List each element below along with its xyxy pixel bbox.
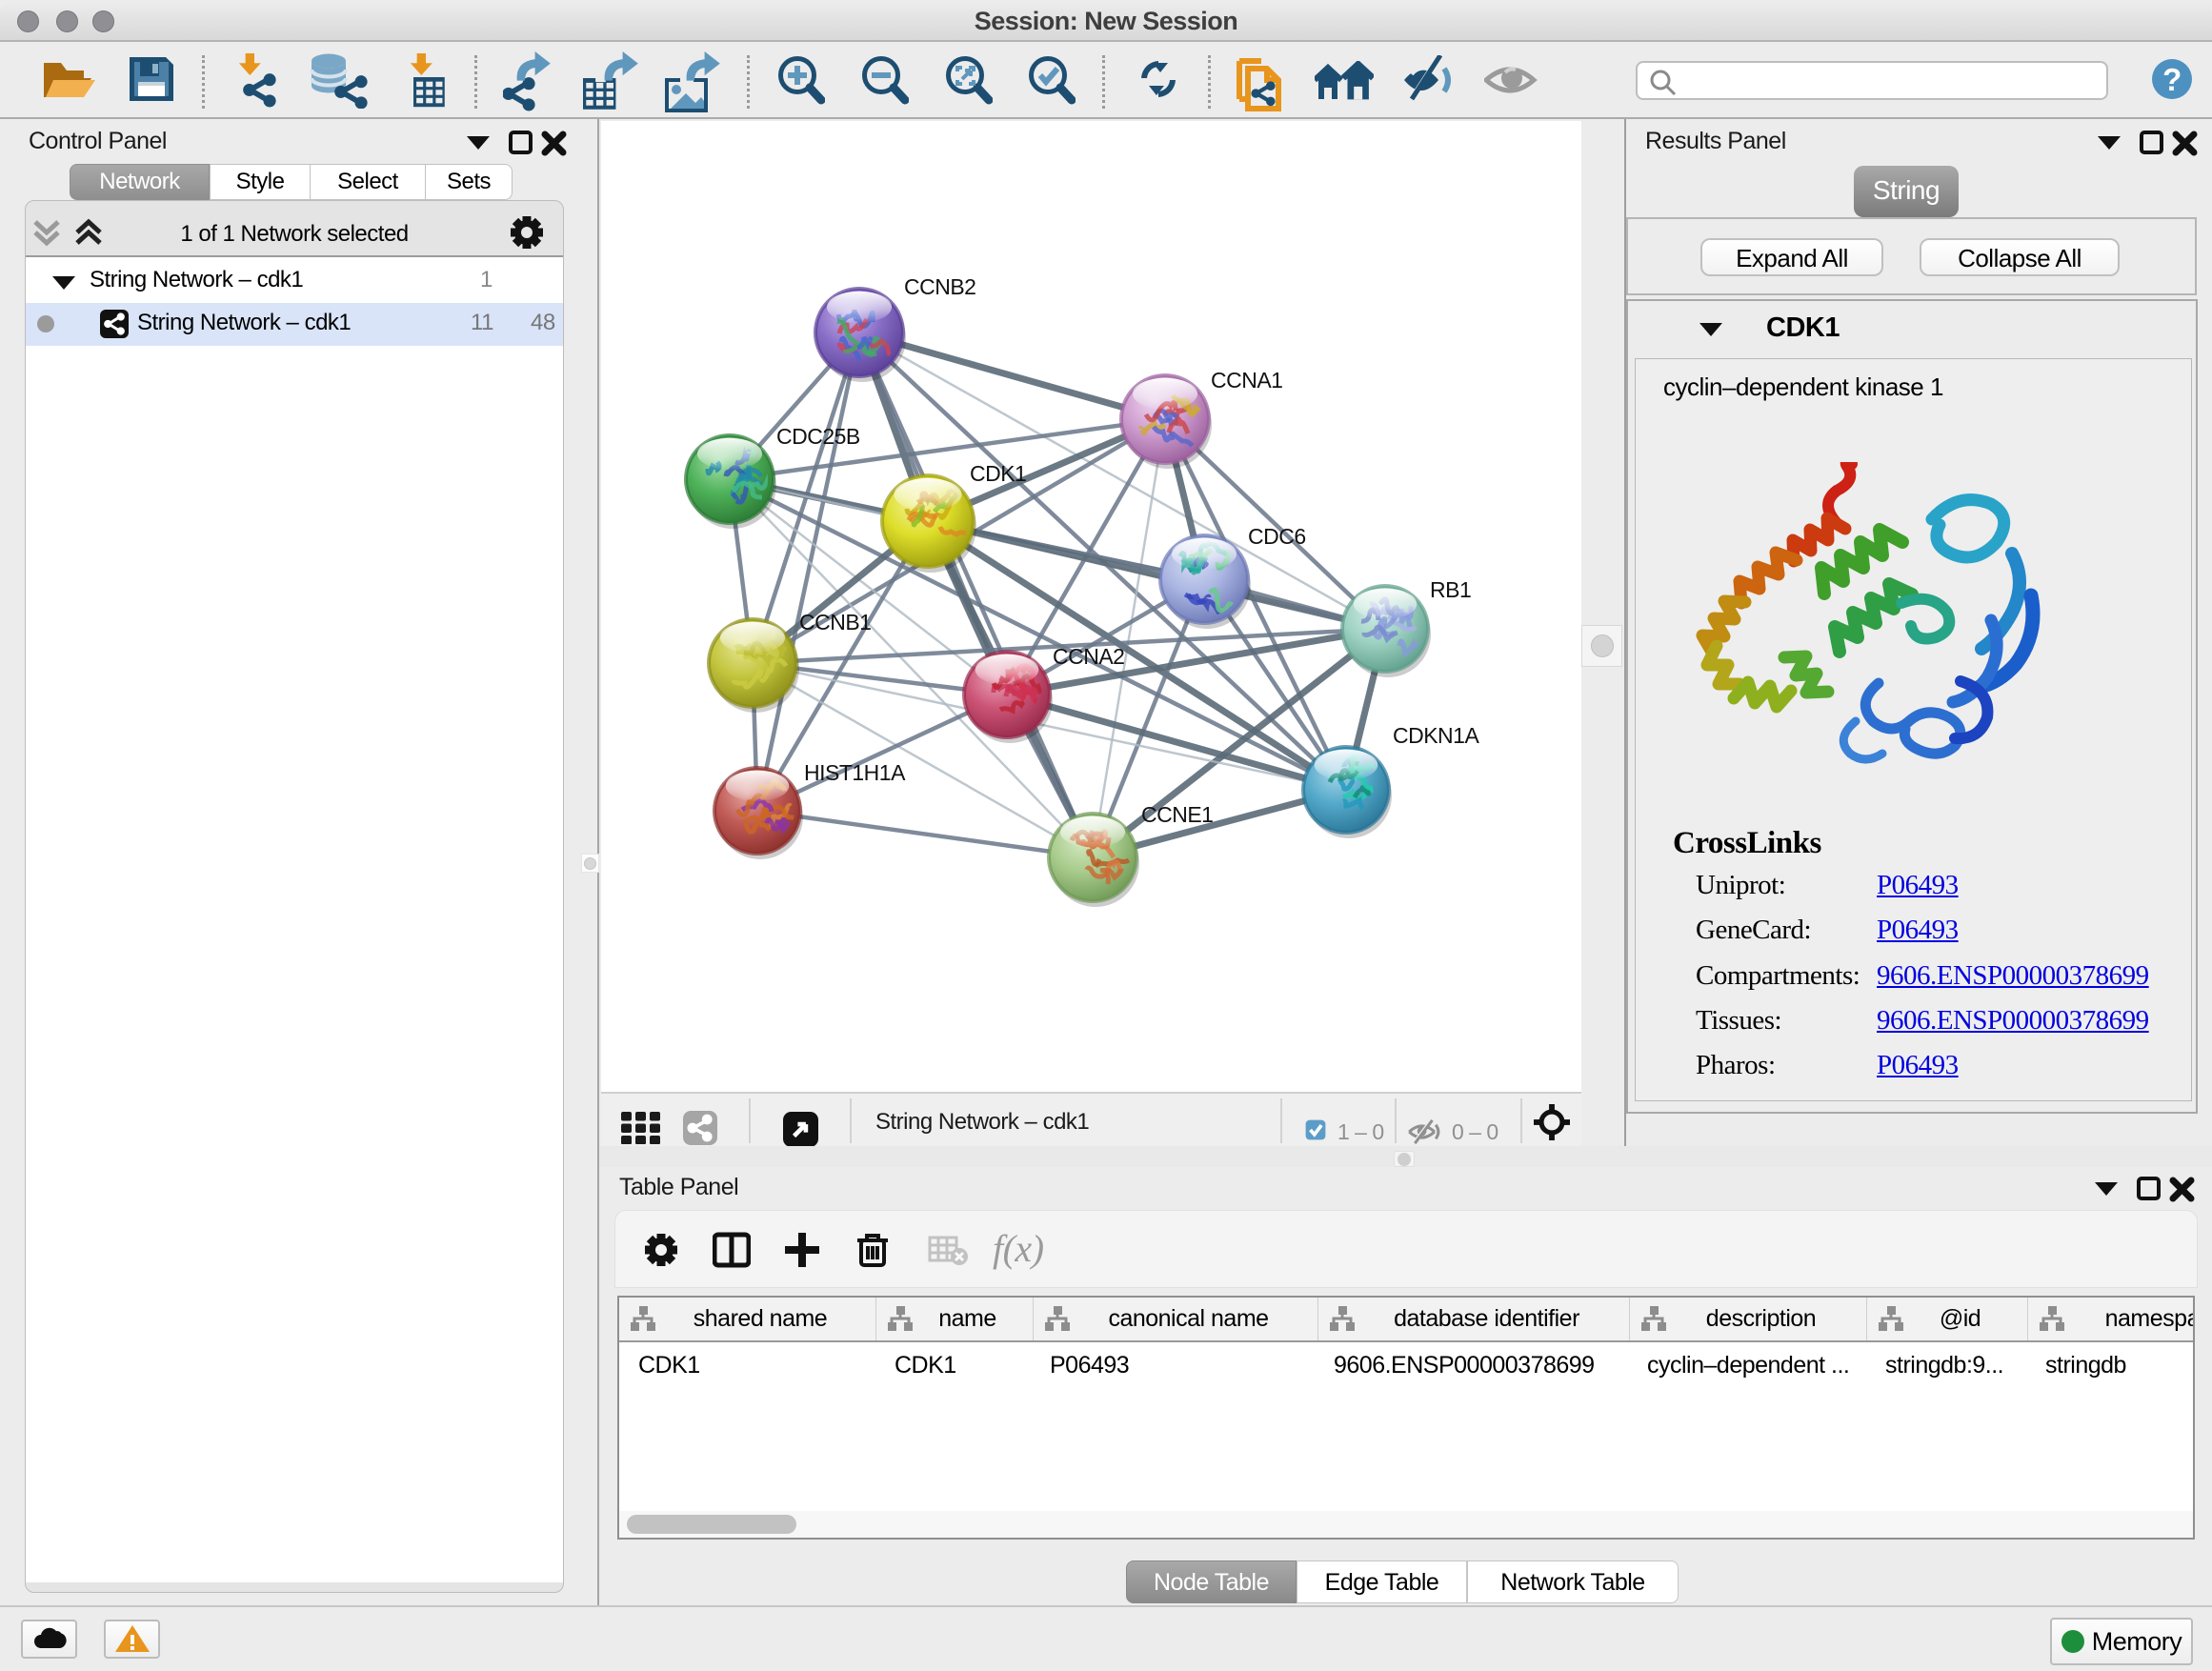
svg-text:CCNB2: CCNB2 <box>904 274 975 299</box>
svg-text:CCNB1: CCNB1 <box>799 610 871 634</box>
svg-text:CDC25B: CDC25B <box>776 424 860 449</box>
svg-text:CDC6: CDC6 <box>1248 524 1306 549</box>
svg-text:CDK1: CDK1 <box>970 461 1026 486</box>
svg-text:HIST1H1A: HIST1H1A <box>804 760 906 785</box>
svg-text:CDKN1A: CDKN1A <box>1393 723 1479 748</box>
svg-text:CCNA2: CCNA2 <box>1053 644 1124 669</box>
svg-text:CCNE1: CCNE1 <box>1141 802 1213 827</box>
svg-text:RB1: RB1 <box>1430 577 1471 602</box>
svg-text:CCNA1: CCNA1 <box>1211 368 1282 393</box>
